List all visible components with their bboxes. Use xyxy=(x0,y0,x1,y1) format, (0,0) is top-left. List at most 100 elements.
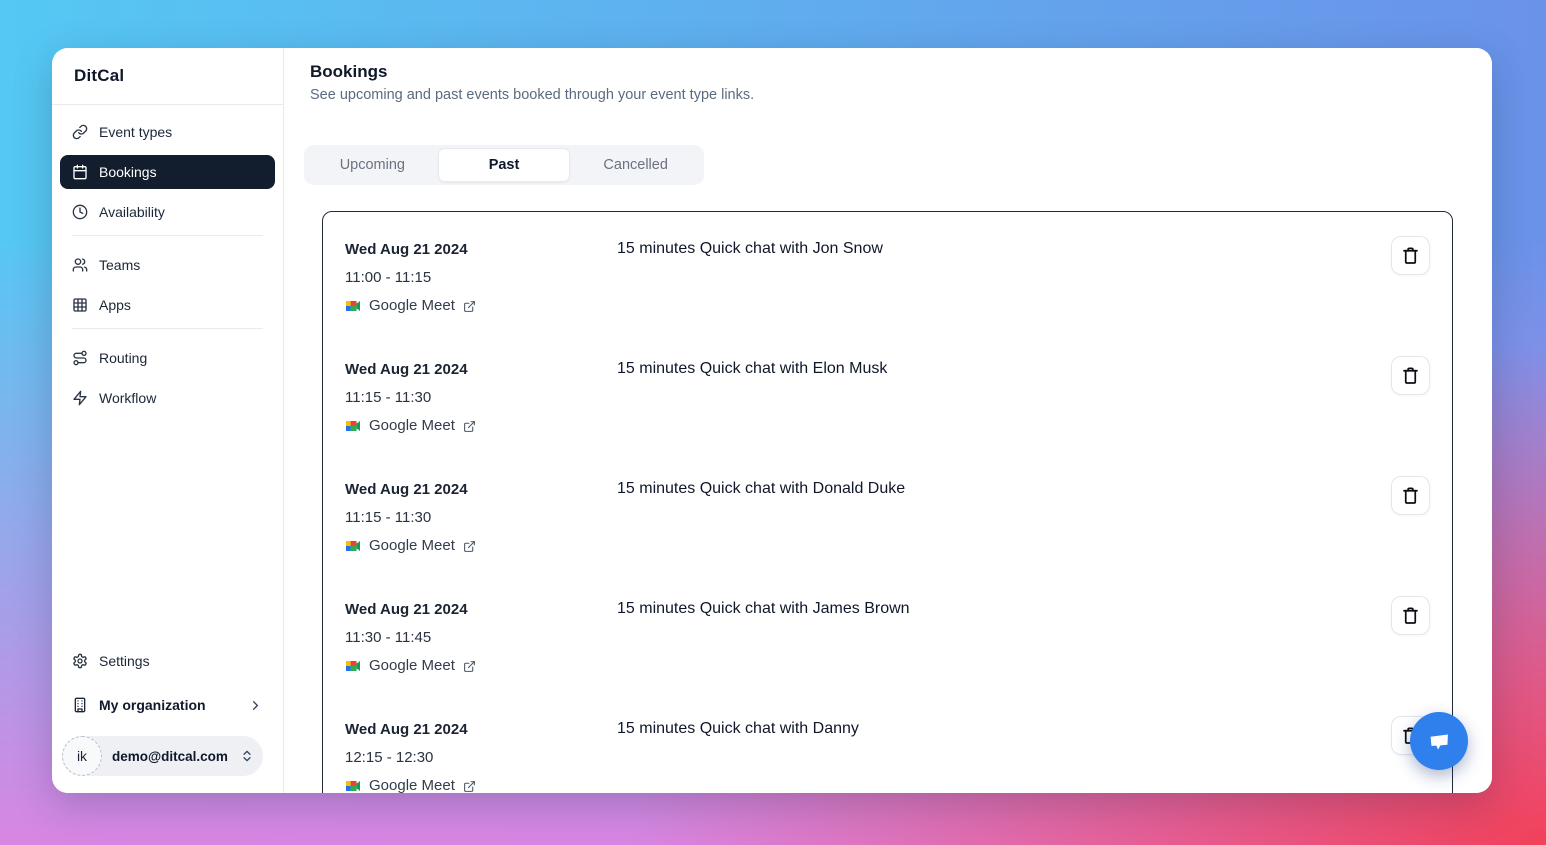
app-window: DitCal Event types Bookings Availability xyxy=(52,48,1492,793)
sidebar-header: DitCal xyxy=(52,48,283,105)
tab-cancelled[interactable]: Cancelled xyxy=(570,148,701,182)
link-icon xyxy=(72,124,88,140)
route-icon xyxy=(72,350,88,366)
sidebar-item-workflow[interactable]: Workflow xyxy=(60,381,275,415)
external-link-icon xyxy=(463,420,476,433)
sidebar-nav: Event types Bookings Availability Te xyxy=(52,105,283,421)
clock-icon xyxy=(72,204,88,220)
building-icon xyxy=(72,697,88,713)
sidebar-item-event-types[interactable]: Event types xyxy=(60,115,275,149)
booking-title: 15 minutes Quick chat with Jon Snow xyxy=(617,236,1391,261)
booking-date: Wed Aug 21 2024 xyxy=(345,236,617,264)
external-link-icon xyxy=(463,540,476,553)
grid-icon xyxy=(72,297,88,313)
chevron-right-icon xyxy=(248,698,263,713)
trash-icon xyxy=(1401,606,1420,625)
sidebar-item-teams[interactable]: Teams xyxy=(60,248,275,282)
booking-location: Google Meet xyxy=(369,532,455,560)
booking-when: Wed Aug 21 2024 12:15 - 12:30 Google Mee… xyxy=(345,716,617,793)
booking-title: 15 minutes Quick chat with James Brown xyxy=(617,596,1391,621)
sidebar-item-bookings[interactable]: Bookings xyxy=(60,155,275,189)
google-meet-icon xyxy=(345,418,361,434)
calendar-icon xyxy=(72,164,88,180)
booking-date: Wed Aug 21 2024 xyxy=(345,476,617,504)
sidebar-spacer xyxy=(52,421,283,644)
chat-bubble-icon xyxy=(1424,726,1454,756)
app-logo: DitCal xyxy=(74,66,124,86)
external-link-icon xyxy=(463,780,476,793)
sidebar-divider xyxy=(72,328,263,329)
booking-when: Wed Aug 21 2024 11:30 - 11:45 Google Mee… xyxy=(345,596,617,680)
tab-upcoming[interactable]: Upcoming xyxy=(307,148,438,182)
booking-when: Wed Aug 21 2024 11:15 - 11:30 Google Mee… xyxy=(345,356,617,440)
sidebar-item-label: Bookings xyxy=(99,164,157,180)
booking-date: Wed Aug 21 2024 xyxy=(345,596,617,624)
booking-title: 15 minutes Quick chat with Danny xyxy=(617,716,1391,741)
booking-time: 11:15 - 11:30 xyxy=(345,504,617,532)
sidebar-divider xyxy=(72,235,263,236)
bookings-tabs: Upcoming Past Cancelled xyxy=(304,145,704,185)
external-link-icon xyxy=(463,660,476,673)
zap-icon xyxy=(72,390,88,406)
google-meet-icon xyxy=(345,658,361,674)
booking-time: 12:15 - 12:30 xyxy=(345,744,617,772)
sidebar-item-apps[interactable]: Apps xyxy=(60,288,275,322)
booking-location-link[interactable]: Google Meet xyxy=(345,532,617,560)
external-link-icon xyxy=(463,300,476,313)
booking-row[interactable]: Wed Aug 21 2024 11:15 - 11:30 Google Mee… xyxy=(323,332,1452,452)
account-email: demo@ditcal.com xyxy=(112,749,228,764)
delete-booking-button[interactable] xyxy=(1391,236,1430,275)
booking-row[interactable]: Wed Aug 21 2024 12:15 - 12:30 Google Mee… xyxy=(323,692,1452,793)
sidebar-item-label: Apps xyxy=(99,297,131,313)
delete-booking-button[interactable] xyxy=(1391,356,1430,395)
booking-when: Wed Aug 21 2024 11:15 - 11:30 Google Mee… xyxy=(345,476,617,560)
tab-past[interactable]: Past xyxy=(438,148,571,182)
booking-title: 15 minutes Quick chat with Elon Musk xyxy=(617,356,1391,381)
booking-when: Wed Aug 21 2024 11:00 - 11:15 Google Mee… xyxy=(345,236,617,320)
trash-icon xyxy=(1401,366,1420,385)
booking-date: Wed Aug 21 2024 xyxy=(345,716,617,744)
google-meet-icon xyxy=(345,538,361,554)
users-icon xyxy=(72,257,88,273)
trash-icon xyxy=(1401,486,1420,505)
google-meet-icon xyxy=(345,778,361,793)
sidebar-item-label: Availability xyxy=(99,204,165,220)
sidebar-item-label: Teams xyxy=(99,257,140,273)
booking-location: Google Meet xyxy=(369,772,455,793)
google-meet-icon xyxy=(345,298,361,314)
booking-row[interactable]: Wed Aug 21 2024 11:15 - 11:30 Google Mee… xyxy=(323,452,1452,572)
booking-location-link[interactable]: Google Meet xyxy=(345,412,617,440)
sidebar-item-label: Workflow xyxy=(99,390,156,406)
booking-location-link[interactable]: Google Meet xyxy=(345,292,617,320)
delete-booking-button[interactable] xyxy=(1391,476,1430,515)
chat-launcher-button[interactable] xyxy=(1410,712,1468,770)
page-title: Bookings xyxy=(310,62,387,82)
delete-booking-button[interactable] xyxy=(1391,596,1430,635)
account-switcher[interactable]: ik demo@ditcal.com xyxy=(62,736,263,776)
booking-location-link[interactable]: Google Meet xyxy=(345,652,617,680)
booking-location: Google Meet xyxy=(369,412,455,440)
booking-time: 11:30 - 11:45 xyxy=(345,624,617,652)
sidebar-item-routing[interactable]: Routing xyxy=(60,341,275,375)
avatar: ik xyxy=(62,736,102,776)
booking-row[interactable]: Wed Aug 21 2024 11:30 - 11:45 Google Mee… xyxy=(323,572,1452,692)
sidebar-item-my-organization[interactable]: My organization xyxy=(60,688,275,722)
main-panel: Bookings See upcoming and past events bo… xyxy=(284,48,1492,793)
page-subtitle: See upcoming and past events booked thro… xyxy=(310,87,754,103)
organization-label: My organization xyxy=(99,697,206,713)
booking-location-link[interactable]: Google Meet xyxy=(345,772,617,793)
sidebar: DitCal Event types Bookings Availability xyxy=(52,48,284,793)
gear-icon xyxy=(72,653,88,669)
bookings-list: Wed Aug 21 2024 11:00 - 11:15 Google Mee… xyxy=(322,211,1453,793)
sidebar-item-label: Event types xyxy=(99,124,172,140)
sidebar-item-label: Settings xyxy=(99,653,150,669)
chevrons-up-down-icon xyxy=(240,749,254,763)
booking-time: 11:15 - 11:30 xyxy=(345,384,617,412)
booking-row[interactable]: Wed Aug 21 2024 11:00 - 11:15 Google Mee… xyxy=(323,212,1452,332)
booking-location: Google Meet xyxy=(369,652,455,680)
sidebar-item-availability[interactable]: Availability xyxy=(60,195,275,229)
sidebar-item-label: Routing xyxy=(99,350,147,366)
booking-title: 15 minutes Quick chat with Donald Duke xyxy=(617,476,1391,501)
sidebar-item-settings[interactable]: Settings xyxy=(60,644,275,678)
sidebar-footer-nav: Settings xyxy=(52,644,283,684)
